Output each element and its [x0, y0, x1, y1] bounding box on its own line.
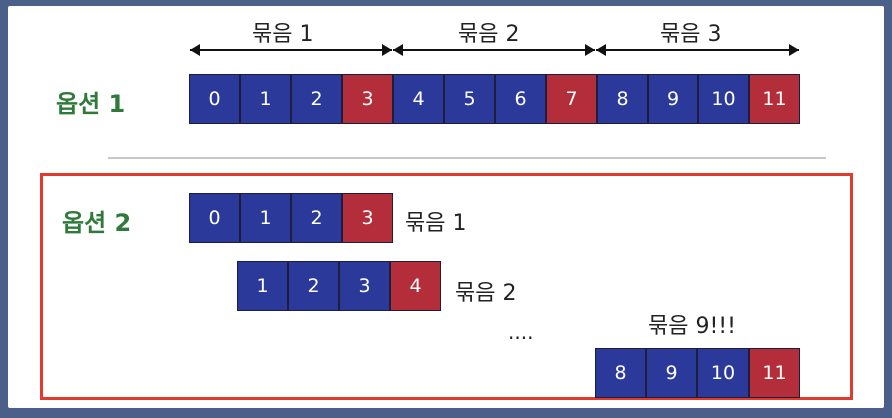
diagram-frame: 묶음 1 묶음 2 묶음 3 옵션 1 0 1 2 3 4 5 6 7 8 9 …: [0, 0, 892, 418]
option2-label: 옵션 2: [62, 209, 132, 237]
option1-cell-4: 4: [393, 74, 444, 124]
option1-cell-5: 5: [444, 74, 495, 124]
option2-row2-cell-0: 1: [237, 261, 288, 311]
option1-cell-7: 7: [546, 74, 597, 124]
option2-row3-cell-0: 8: [595, 348, 646, 398]
option2-row1-label: 묶음 1: [405, 211, 467, 236]
option1-cell-9: 9: [648, 74, 698, 124]
option2-row3-cell-1: 9: [646, 348, 697, 398]
option2-row2-label: 묶음 2: [455, 281, 517, 306]
option2-row2-cell-2: 3: [339, 261, 390, 311]
option1-cell-1: 1: [240, 74, 291, 124]
option2-row1-cell-3: 3: [342, 193, 393, 243]
option2-row3-label: 묶음 9!!!: [648, 314, 736, 339]
option1-cell-0: 0: [189, 74, 240, 124]
option1-label: 옵션 1: [56, 90, 126, 118]
option2-ellipsis: ....: [508, 320, 534, 344]
option1-cell-6: 6: [495, 74, 546, 124]
option1-group1-arrow: [190, 43, 392, 57]
option1-group2-arrow: [393, 43, 595, 57]
option1-cell-11: 11: [749, 74, 800, 124]
option1-cell-2: 2: [291, 74, 342, 124]
option2-row1-cell-0: 0: [189, 193, 240, 243]
option1-group3-arrow: [596, 43, 799, 57]
option2-row3-cell-2: 10: [697, 348, 749, 398]
option2-row1-cell-1: 1: [240, 193, 291, 243]
option2-row2-cell-3: 4: [390, 261, 441, 311]
option2-row1-cell-2: 2: [291, 193, 342, 243]
option1-cell-10: 10: [698, 74, 749, 124]
option2-row3-cell-3: 11: [749, 348, 800, 398]
section-divider: [108, 157, 826, 159]
option1-cell-3: 3: [342, 74, 393, 124]
option2-row2-cell-1: 2: [288, 261, 339, 311]
option1-cell-8: 8: [597, 74, 648, 124]
